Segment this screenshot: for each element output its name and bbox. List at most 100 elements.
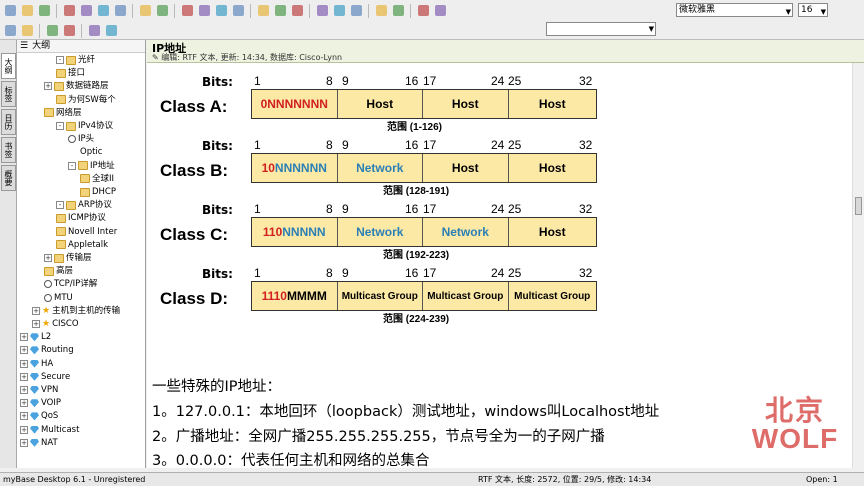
tree-node[interactable]: + ★ CISCO — [32, 318, 79, 330]
save-icon[interactable] — [36, 3, 52, 19]
tree-node[interactable]: Optic — [80, 146, 102, 158]
tree-node[interactable]: 为何SW每个 — [56, 94, 116, 106]
diamond-icon — [30, 346, 39, 355]
align-center-icon[interactable] — [272, 3, 288, 19]
search-icon[interactable] — [61, 23, 77, 39]
find-icon[interactable] — [86, 23, 102, 39]
tree-node[interactable]: + L2 — [20, 331, 51, 343]
tree-node[interactable]: + VPN — [20, 384, 58, 396]
document-header: IP地址 ✎ 编辑: RTF 文本, 更新: 14:34, 数据库: Cisco… — [147, 40, 864, 63]
nav-forward-icon[interactable] — [19, 23, 35, 39]
expand-toggle-icon[interactable]: + — [20, 333, 28, 342]
tree-node[interactable]: ICMP协议 — [56, 212, 106, 224]
expand-toggle-icon[interactable]: + — [20, 425, 28, 434]
expand-toggle-icon[interactable]: - — [56, 56, 64, 64]
tab-4[interactable]: 概要 — [1, 165, 16, 191]
print-icon[interactable] — [61, 3, 77, 19]
expand-toggle-icon[interactable]: + — [44, 254, 52, 262]
color-icon[interactable] — [432, 3, 448, 19]
align-right-icon[interactable] — [289, 3, 305, 19]
cut-icon[interactable] — [78, 3, 94, 19]
tree-node-label: HA — [41, 358, 54, 369]
expand-toggle-icon[interactable]: + — [20, 372, 28, 381]
chevron-down-icon[interactable]: ▼ — [649, 25, 654, 33]
scissors-icon[interactable] — [373, 3, 389, 19]
tree-node[interactable]: - IP地址 — [68, 160, 115, 172]
tree-node[interactable]: 全球II — [80, 173, 114, 185]
expand-toggle-icon[interactable]: + — [20, 399, 28, 408]
tree-node[interactable]: + NAT — [20, 437, 58, 449]
nav-back-icon[interactable] — [2, 23, 18, 39]
expand-toggle-icon[interactable]: + — [20, 386, 28, 394]
open-icon[interactable] — [19, 3, 35, 19]
strike-icon[interactable] — [230, 3, 246, 19]
italic-icon[interactable] — [196, 3, 212, 19]
status-open: Open: 1 — [806, 475, 838, 484]
tree-node[interactable]: MTU — [44, 292, 73, 304]
back-icon[interactable] — [137, 3, 153, 19]
tree-node[interactable]: TCP/IP详解 — [44, 278, 97, 290]
find-input[interactable]: ▼ — [546, 22, 656, 36]
font-size-select[interactable]: 16 ▼ — [798, 3, 828, 17]
tab-3[interactable]: 书签 — [1, 137, 16, 163]
tree-node[interactable]: - 光纤 — [56, 54, 95, 66]
expand-toggle-icon[interactable]: - — [68, 161, 76, 170]
tree-node[interactable]: + ★ 主机到主机的传输 — [32, 305, 120, 317]
tree-node[interactable]: Novell Inter — [56, 226, 117, 238]
expand-toggle-icon[interactable]: + — [20, 438, 28, 447]
toolbar-separator — [368, 3, 369, 18]
expand-toggle-icon[interactable]: + — [20, 412, 28, 421]
expand-toggle-icon[interactable]: - — [56, 201, 64, 210]
delete-icon[interactable] — [390, 3, 406, 19]
tree-node[interactable]: Appletalk — [56, 239, 108, 251]
pen-icon[interactable] — [314, 3, 330, 19]
expand-toggle-icon[interactable]: + — [20, 359, 28, 368]
tree-node[interactable]: 网络层 — [44, 107, 82, 119]
tree-node[interactable]: IP头 — [68, 133, 94, 145]
layout-icon[interactable] — [415, 3, 431, 19]
bit-number: 8 — [326, 202, 333, 216]
tree-node[interactable]: + Multicast — [20, 424, 79, 436]
tree-node[interactable]: DHCP — [80, 186, 116, 198]
watermark-line2: WOLF — [751, 423, 839, 454]
tree-node[interactable]: + Routing — [20, 344, 74, 356]
redo-icon[interactable] — [348, 3, 364, 19]
expand-toggle-icon[interactable]: + — [32, 320, 40, 328]
refresh-icon[interactable] — [44, 23, 60, 39]
tree-node[interactable]: - IPv4协议 — [56, 120, 113, 132]
new-icon[interactable] — [2, 3, 18, 19]
bit-number: 24 — [491, 202, 505, 216]
chevron-down-icon[interactable]: ▼ — [821, 6, 826, 18]
forward-icon[interactable] — [154, 3, 170, 19]
bit-number: 17 — [423, 74, 437, 88]
tab-0[interactable]: 大纲 — [1, 53, 16, 79]
tree-node[interactable]: 接口 — [56, 67, 85, 79]
class-label: Class A: — [160, 97, 228, 116]
tree-node[interactable]: - ARP协议 — [56, 199, 112, 211]
settings-icon[interactable] — [103, 23, 119, 39]
tab-1[interactable]: 标签 — [1, 81, 16, 107]
expand-toggle-icon[interactable]: - — [56, 122, 64, 130]
tree-node[interactable]: + VOIP — [20, 397, 61, 409]
tab-2[interactable]: 日历 — [1, 109, 16, 135]
tree-node[interactable]: + 传输层 — [44, 252, 92, 264]
undo-icon[interactable] — [331, 3, 347, 19]
document-scrollbar[interactable] — [852, 63, 864, 468]
align-left-icon[interactable] — [255, 3, 271, 19]
bold-icon[interactable] — [179, 3, 195, 19]
underline-icon[interactable] — [213, 3, 229, 19]
tree-node[interactable]: + QoS — [20, 410, 58, 422]
expand-toggle-icon[interactable]: + — [44, 82, 52, 91]
tree-node[interactable]: + HA — [20, 358, 53, 370]
paste-icon[interactable] — [112, 3, 128, 19]
expand-toggle-icon[interactable]: + — [20, 346, 28, 355]
tree-node[interactable]: + 数据链路层 — [44, 80, 109, 92]
copy-icon[interactable] — [95, 3, 111, 19]
tree-node-label: Appletalk — [68, 239, 109, 250]
document-scroll-thumb[interactable] — [855, 197, 862, 215]
tree-node[interactable]: 高层 — [44, 265, 73, 277]
chevron-down-icon[interactable]: ▼ — [786, 6, 791, 18]
font-family-select[interactable]: 微软雅黑 ▼ — [676, 3, 793, 17]
tree-node[interactable]: + Secure — [20, 371, 70, 383]
expand-toggle-icon[interactable]: + — [32, 306, 40, 315]
